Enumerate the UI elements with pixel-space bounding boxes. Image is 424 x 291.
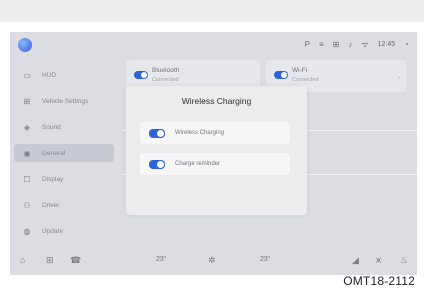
card-subtitle: Connected (152, 77, 179, 83)
sidebar-item-update[interactable]: ◍ Update (14, 222, 114, 240)
menu-icon: ≡ (318, 40, 324, 49)
sidebar-item-display[interactable]: ☐ Display (14, 170, 114, 188)
wifi-toggle[interactable] (274, 71, 288, 79)
settings-icon[interactable]: ◔ (404, 40, 409, 50)
chevron-icon: ⌟ (397, 74, 400, 80)
sidebar-item-general[interactable]: ◉ General (14, 144, 114, 162)
bluetooth-toggle[interactable] (134, 71, 148, 79)
seat-icon[interactable]: ◢ (352, 254, 359, 266)
apps-icon[interactable]: ⊞ (46, 254, 54, 266)
app-logo-icon (18, 38, 32, 52)
sidebar-item-label: Driver (42, 201, 60, 209)
temp-left[interactable]: 23° (156, 255, 167, 265)
wireless-charging-option[interactable]: Wireless Charging (140, 122, 290, 144)
sidebar-item-label: HUD (42, 71, 57, 79)
option-label: Charge reminder (175, 161, 221, 167)
wireless-charging-dialog: Wireless Charging Wireless Charging Char… (126, 86, 307, 215)
option-label: Wireless Charging (175, 130, 225, 136)
status-bar: P ≡ ⊞ ♪ ᯤ 12:45 ◔ (10, 32, 417, 59)
phone-icon[interactable]: ☎ (70, 254, 81, 266)
card-subtitle: Connected (292, 77, 319, 83)
card-title: Wi-Fi (292, 67, 308, 74)
grid-icon: ⊞ (332, 40, 340, 49)
general-icon: ◉ (23, 148, 31, 158)
temp-right[interactable]: 23° (260, 255, 271, 265)
sidebar-item-label: Update (42, 227, 63, 235)
signal-icon: ᯤ (361, 40, 369, 49)
sidebar-item-label: Display (42, 175, 64, 183)
top-stripe (0, 0, 424, 22)
defrost-icon[interactable]: ⩙ (376, 254, 381, 266)
card-title: Bluetooth (152, 67, 180, 74)
dialog-title: Wireless Charging (181, 96, 252, 106)
display-icon: ☐ (23, 174, 31, 184)
seat-heat-icon[interactable]: ♨ (400, 254, 408, 266)
infotainment-screen: P ≡ ⊞ ♪ ᯤ 12:45 ◔ ▭ HUD ⊞ Vehicle Settin… (10, 32, 417, 275)
sidebar-item-label: General (42, 149, 66, 157)
parking-icon: P (304, 40, 310, 49)
update-icon: ◍ (23, 226, 31, 236)
sidebar-item-hud[interactable]: ▭ HUD (14, 66, 114, 84)
wireless-charging-toggle[interactable] (149, 128, 165, 138)
vehicle-icon: ⊞ (23, 96, 31, 106)
music-icon: ♪ (348, 40, 353, 49)
sound-icon: ◈ (23, 122, 31, 132)
sidebar-item-label: Vehicle Settings (42, 97, 89, 105)
fan-icon[interactable]: ✲ (208, 254, 216, 266)
status-icons: P ≡ ⊞ ♪ ᯤ 12:45 ◔ (305, 40, 409, 50)
bottom-bar: ⌂ ⊞ ☎ 23° ✲ 23° ◢ ⩙ ♨ (10, 245, 417, 275)
sidebar-item-label: Sound (42, 123, 61, 131)
charge-reminder-toggle[interactable] (149, 159, 165, 169)
home-icon[interactable]: ⌂ (20, 254, 25, 266)
charge-reminder-option[interactable]: Charge reminder (140, 153, 290, 175)
clock: 12:45 (377, 41, 396, 48)
sidebar-item-vehicle-settings[interactable]: ⊞ Vehicle Settings (14, 92, 114, 110)
hud-icon: ▭ (23, 70, 31, 80)
sidebar-item-driver[interactable]: ⚇ Driver (14, 196, 114, 214)
sidebar-item-sound[interactable]: ◈ Sound (14, 118, 114, 136)
figure-code: OMT18-2112 (343, 274, 415, 288)
driver-icon: ⚇ (23, 200, 31, 210)
